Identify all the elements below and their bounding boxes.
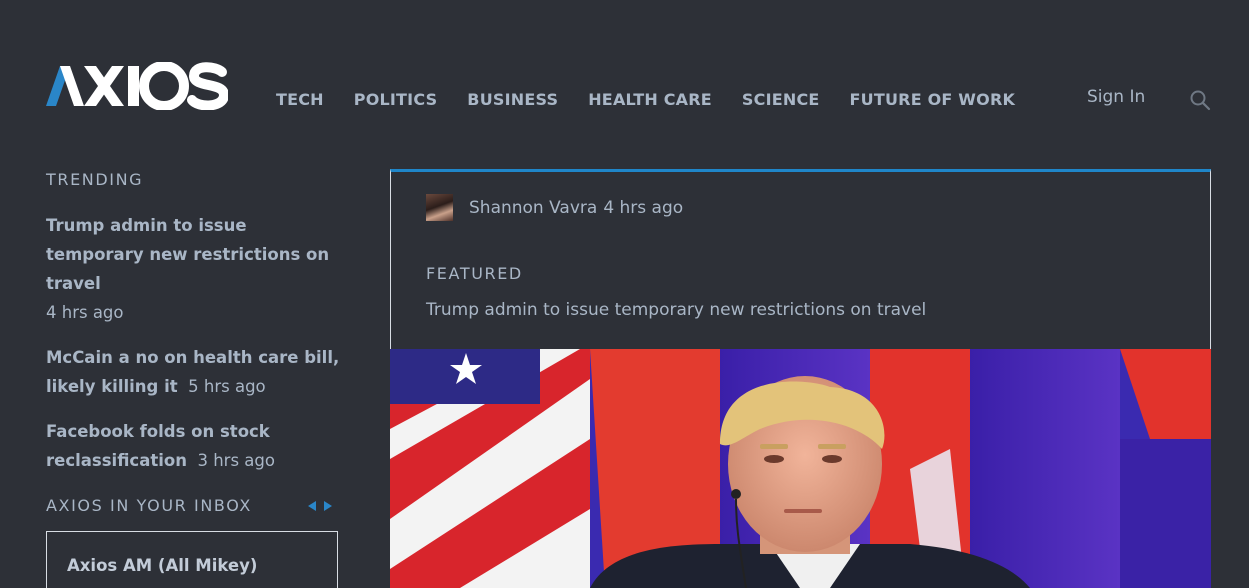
trending-item-time: 5 hrs ago	[188, 377, 266, 396]
trending-item-title[interactable]: Trump admin to issue temporary new restr…	[46, 216, 329, 293]
sign-in-link[interactable]: Sign In	[1087, 87, 1145, 107]
nav-politics[interactable]: POLITICS	[354, 90, 438, 109]
nav-science[interactable]: SCIENCE	[742, 90, 820, 109]
author-name[interactable]: Shannon Vavra	[469, 198, 597, 218]
nav-business[interactable]: BUSINESS	[467, 90, 558, 109]
post-time: 4 hrs ago	[603, 198, 684, 218]
carousel-next-icon[interactable]	[324, 501, 332, 511]
trending-heading: TRENDING	[46, 170, 144, 189]
axios-logo[interactable]	[46, 62, 228, 110]
author-byline: Shannon Vavra 4 hrs ago	[469, 198, 683, 218]
newsletter-name: Axios AM (All Mikey)	[67, 556, 258, 575]
trending-item: Trump admin to issue temporary new restr…	[46, 211, 346, 327]
search-icon[interactable]	[1189, 89, 1211, 111]
inbox-heading: AXIOS IN YOUR INBOX	[46, 496, 252, 515]
trending-item: Facebook folds on stock reclassification…	[46, 417, 346, 475]
trending-item-time: 4 hrs ago	[46, 303, 124, 322]
trending-item-time: 3 hrs ago	[197, 451, 275, 470]
main-nav: TECH POLITICS BUSINESS HEALTH CARE SCIEN…	[276, 90, 1045, 109]
nav-health-care[interactable]: HEALTH CARE	[588, 90, 712, 109]
newsletter-card[interactable]: Axios AM (All Mikey)	[46, 531, 338, 588]
inbox-carousel-controls	[308, 501, 332, 511]
page: TECH POLITICS BUSINESS HEALTH CARE SCIEN…	[0, 0, 1249, 588]
trending-list: Trump admin to issue temporary new restr…	[46, 211, 346, 491]
featured-hero-image[interactable]	[390, 349, 1211, 588]
featured-label: FEATURED	[426, 264, 523, 283]
trending-item: McCain a no on health care bill, likely …	[46, 343, 346, 401]
nav-future-of-work[interactable]: FUTURE OF WORK	[850, 90, 1016, 109]
carousel-prev-icon[interactable]	[308, 501, 316, 511]
author-avatar[interactable]	[426, 194, 453, 221]
nav-tech[interactable]: TECH	[276, 90, 324, 109]
featured-headline[interactable]: Trump admin to issue temporary new restr…	[426, 300, 926, 320]
featured-card: Shannon Vavra 4 hrs ago FEATURED Trump ad…	[390, 169, 1211, 349]
